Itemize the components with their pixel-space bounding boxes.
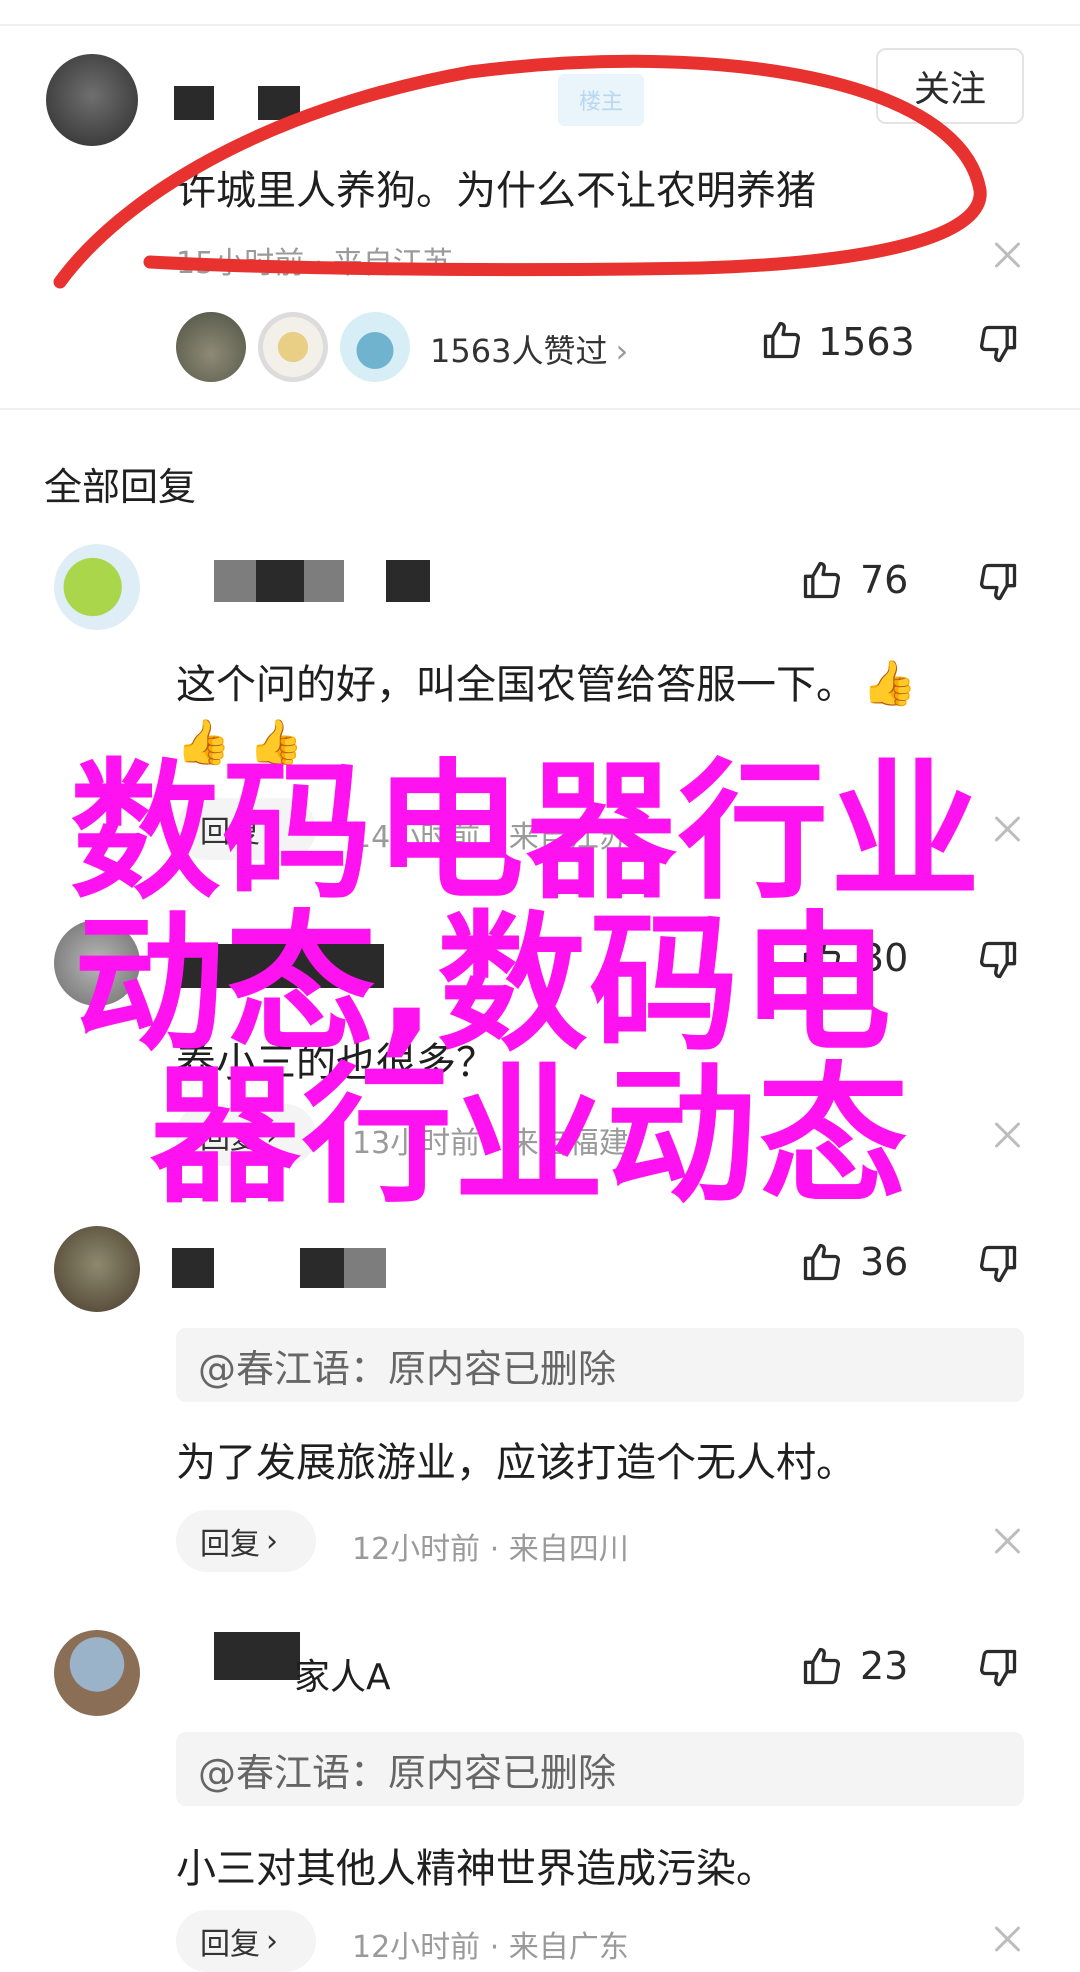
- thumbs-up-emoji-icon: 👍: [862, 658, 917, 709]
- chevron-right-icon: ›: [266, 1523, 278, 1559]
- reply-button[interactable]: 回复 ›: [176, 1910, 316, 1972]
- reply-username-redacted-3[interactable]: [344, 1248, 386, 1288]
- op-like-count: 1563: [818, 320, 915, 364]
- likers-summary-text: 1563人赞过: [430, 332, 608, 370]
- thumb-down-icon[interactable]: [976, 322, 1020, 366]
- overlay-title-line-2: 动态,数码电: [74, 898, 893, 1072]
- reply-close-icon[interactable]: [990, 1922, 1024, 1956]
- reply-username-redacted-2[interactable]: [256, 560, 304, 602]
- reply-avatar[interactable]: [54, 1630, 140, 1716]
- reply-avatar[interactable]: [54, 544, 140, 630]
- thumb-down-icon[interactable]: [976, 938, 1020, 982]
- overlay-title-line-3: 器行业动态: [150, 1050, 911, 1224]
- quoted-deleted-content[interactable]: @春江语：原内容已删除: [176, 1732, 1024, 1806]
- thumb-up-icon[interactable]: [800, 1644, 844, 1688]
- overlay-title-line-1: 数码电器行业: [70, 746, 983, 920]
- all-replies-title: 全部回复: [44, 465, 197, 509]
- reply-button[interactable]: 回复 ›: [176, 1510, 316, 1572]
- reply-username-redacted-2[interactable]: [300, 1248, 344, 1288]
- reply-like-count: 36: [860, 1240, 909, 1284]
- reply-username-partial[interactable]: 家人A: [294, 1648, 391, 1700]
- reply-text: 这个问的好，叫全国农管给答服一下。 👍: [176, 652, 917, 710]
- thumb-down-icon[interactable]: [976, 1242, 1020, 1286]
- reply-like-count: 76: [860, 558, 909, 602]
- thumb-up-icon[interactable]: [800, 1240, 844, 1284]
- reply-text: 为了发展旅游业，应该打造个无人村。: [176, 1440, 856, 1486]
- reply-close-icon[interactable]: [990, 1118, 1024, 1152]
- liker-avatar-1[interactable]: [176, 312, 246, 382]
- red-annotation-ellipse: [53, 54, 987, 289]
- reply-button-label: 回复: [200, 1527, 260, 1562]
- thumb-down-icon[interactable]: [976, 560, 1020, 604]
- thumb-down-icon[interactable]: [976, 1646, 1020, 1690]
- thumb-up-icon[interactable]: [760, 318, 804, 362]
- likers-summary-link[interactable]: 1563人赞过 ›: [430, 326, 628, 372]
- chevron-right-icon: ›: [615, 332, 629, 370]
- thumb-up-icon[interactable]: [800, 558, 844, 602]
- reply-meta: 12小时前 · 来自四川: [352, 1532, 629, 1567]
- reply-close-icon[interactable]: [990, 1524, 1024, 1558]
- reply-username-redacted[interactable]: [172, 1248, 214, 1288]
- reply-text: 小三对其他人精神世界造成污染。: [176, 1846, 776, 1892]
- reply-close-icon[interactable]: [990, 812, 1024, 846]
- liker-avatar-3[interactable]: [340, 312, 410, 382]
- chevron-right-icon: ›: [266, 1923, 278, 1959]
- quoted-deleted-content[interactable]: @春江语：原内容已删除: [176, 1328, 1024, 1402]
- reply-button-label: 回复: [200, 1927, 260, 1962]
- reply-like-count: 23: [860, 1644, 909, 1688]
- reply-username-redacted-3[interactable]: [386, 560, 430, 602]
- reply-text-line: 这个问的好，叫全国农管给答服一下。: [176, 662, 856, 708]
- reply-meta: 12小时前 · 来自广东: [352, 1930, 629, 1965]
- reply-avatar[interactable]: [54, 1226, 140, 1312]
- section-divider: [0, 408, 1080, 410]
- liker-avatar-2[interactable]: [258, 312, 328, 382]
- reply-username-redacted[interactable]: [214, 1632, 300, 1680]
